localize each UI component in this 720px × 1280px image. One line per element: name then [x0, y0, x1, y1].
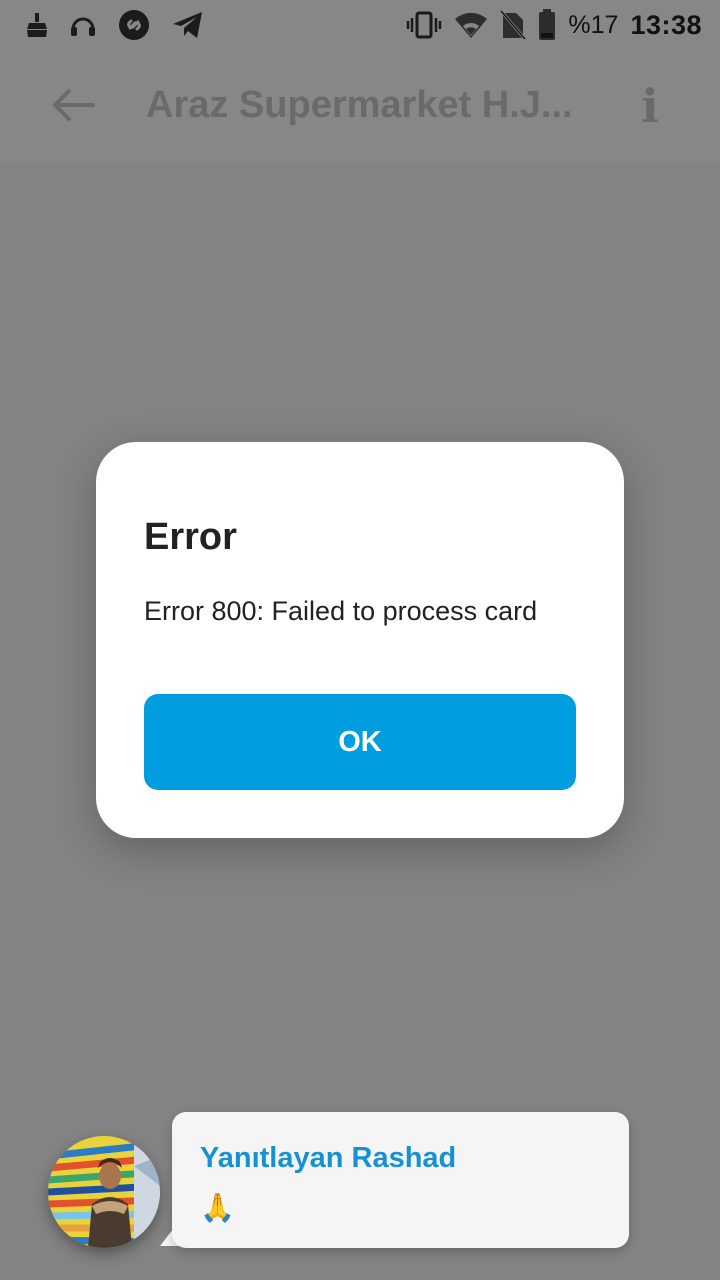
reply-bubble[interactable]: Yanıtlayan Rashad 🙏 [172, 1112, 629, 1248]
reply-message: 🙏 [200, 1192, 235, 1223]
ok-button[interactable]: OK [144, 694, 576, 790]
chat-head-avatar[interactable] [48, 1136, 160, 1248]
error-dialog: Error Error 800: Failed to process card … [96, 442, 624, 838]
dialog-message: Error 800: Failed to process card [144, 596, 538, 626]
dialog-title: Error [144, 516, 237, 558]
avatar-image [48, 1136, 160, 1248]
reply-sender-name: Yanıtlayan Rashad [200, 1142, 457, 1174]
